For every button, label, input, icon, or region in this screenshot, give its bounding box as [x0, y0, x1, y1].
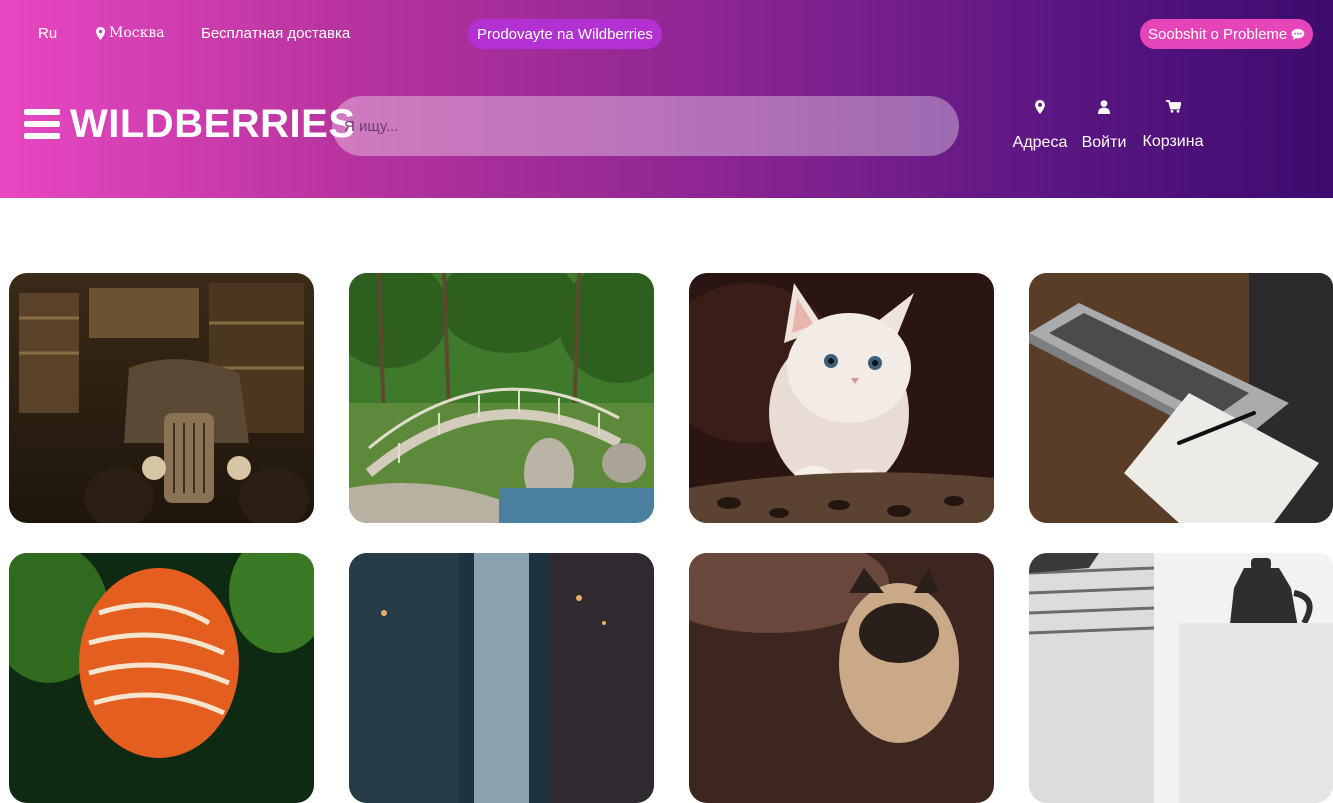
top-bar: Ru Москва Бесплатная доставка Prodovayte…	[0, 0, 1333, 70]
free-delivery-link[interactable]: Бесплатная доставка	[201, 25, 350, 42]
laptop-notebook-photo	[1029, 273, 1333, 523]
tropical-fish-photo	[9, 553, 314, 803]
product-card-white-kitten[interactable]	[689, 273, 994, 523]
user-icon	[1098, 100, 1110, 114]
white-kitten-photo	[689, 273, 994, 523]
garden-bridge-photo	[349, 273, 654, 523]
product-card-laptop-notebook[interactable]	[1029, 273, 1333, 523]
report-problem-button[interactable]: Soobshit o Probleme	[1140, 19, 1313, 49]
menu-icon[interactable]	[24, 109, 60, 139]
pug-dog-photo	[689, 553, 994, 803]
nav-cart[interactable]: Корзина	[1141, 100, 1205, 151]
site-header: Ru Москва Бесплатная доставка Prodovayte…	[0, 0, 1333, 198]
city-selector[interactable]: Москва	[96, 25, 165, 41]
nav-addresses[interactable]: Адреса	[1012, 100, 1068, 152]
product-card-garden-bridge[interactable]	[349, 273, 654, 523]
map-marker-icon	[1035, 100, 1045, 114]
nav-addresses-label: Адреса	[1012, 134, 1068, 151]
sell-on-wildberries-label: Prodovayte na Wildberries	[477, 25, 653, 43]
city-street-photo	[349, 553, 654, 803]
language-switch[interactable]: Ru	[38, 25, 57, 42]
vintage-car-garage-photo	[9, 273, 314, 523]
product-card-city-street[interactable]	[349, 553, 654, 803]
product-card-vintage-car[interactable]	[9, 273, 314, 523]
nav-cart-label: Корзина	[1142, 133, 1204, 150]
product-card-pug-dog[interactable]	[689, 553, 994, 803]
map-marker-icon	[96, 26, 105, 40]
chat-bubble-icon	[1291, 28, 1305, 40]
report-problem-label: Soobshit o Probleme	[1148, 25, 1288, 43]
product-card-tropical-fish[interactable]	[9, 553, 314, 803]
product-card-magazines-coffee[interactable]	[1029, 553, 1333, 803]
magazines-coffee-pot-photo	[1029, 553, 1333, 803]
shopping-cart-icon	[1165, 100, 1181, 113]
logo[interactable]: WILDBERRIES	[70, 100, 356, 148]
city-label: Москва	[109, 25, 165, 41]
brand: WILDBERRIES	[24, 100, 356, 148]
nav-login-label: Войти	[1081, 134, 1127, 151]
nav-login[interactable]: Войти	[1081, 100, 1127, 152]
sell-on-wildberries-button[interactable]: Prodovayte na Wildberries	[468, 19, 662, 49]
search-input[interactable]	[332, 96, 959, 156]
